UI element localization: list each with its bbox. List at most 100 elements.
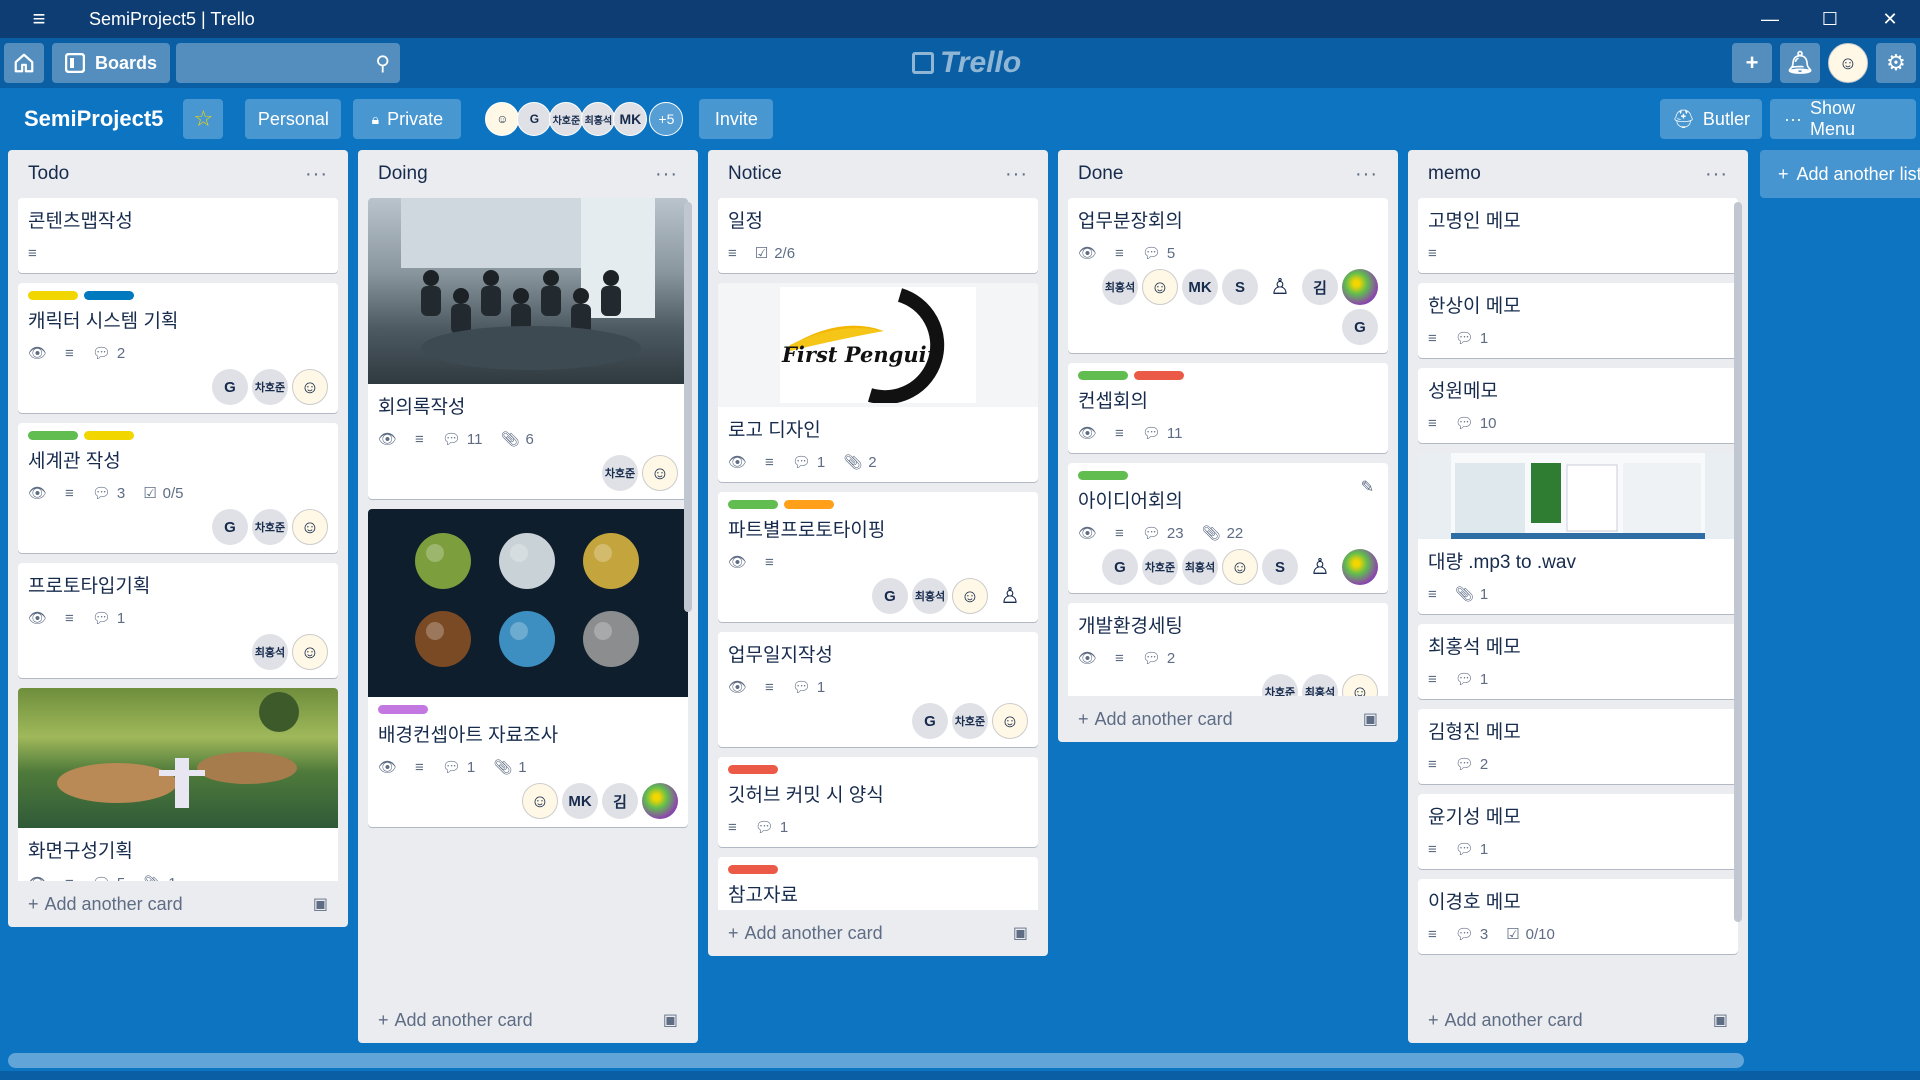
card[interactable]: 아이디어회의 ✎ 👁︎ ≡ 💬︎ 23 📎︎ 22 G 차호준 최홍석 ☺ S ♙: [1068, 463, 1388, 593]
invite-button[interactable]: Invite: [699, 99, 774, 139]
member-avatar[interactable]: 김: [602, 783, 638, 819]
card-label[interactable]: [1078, 471, 1128, 480]
card-label[interactable]: [728, 765, 778, 774]
card[interactable]: 한상이 메모 ≡ 💬︎ 1: [1418, 283, 1738, 358]
member-avatar[interactable]: ☺: [952, 578, 988, 614]
member-avatar[interactable]: 차호준: [1142, 549, 1178, 585]
card[interactable]: 최홍석 메모 ≡ 💬︎ 1: [1418, 624, 1738, 699]
add-card-button[interactable]: + Add another card ▣: [358, 997, 698, 1043]
member-avatar[interactable]: S: [1262, 549, 1298, 585]
member-avatar[interactable]: MK: [1182, 269, 1218, 305]
card-label[interactable]: [728, 500, 778, 509]
list-menu-button[interactable]: ···: [1005, 163, 1028, 186]
member-avatar[interactable]: ☺: [292, 369, 328, 405]
add-card-button[interactable]: + Add another card ▣: [708, 910, 1048, 956]
member-avatar[interactable]: ☺: [522, 783, 558, 819]
card-label[interactable]: [784, 500, 834, 509]
board-title[interactable]: SemiProject5: [24, 106, 163, 132]
member-avatar[interactable]: ♙: [992, 578, 1028, 614]
card[interactable]: 성원메모 ≡ 💬︎ 10: [1418, 368, 1738, 443]
card[interactable]: 화면구성기획👁︎≡💬︎5📎︎1☺김: [18, 688, 338, 881]
card-label[interactable]: [728, 865, 778, 874]
member-avatar[interactable]: MK: [562, 783, 598, 819]
member-avatar[interactable]: 김: [1302, 269, 1338, 305]
member-avatar[interactable]: G: [212, 509, 248, 545]
card[interactable]: 회의록작성 👁︎ ≡ 💬︎ 11 📎︎ 6 차호준 ☺: [368, 198, 688, 499]
member-avatar[interactable]: ☺: [1222, 549, 1258, 585]
card-label[interactable]: [84, 291, 134, 300]
member-avatar[interactable]: 차호준: [549, 102, 584, 136]
member-avatar[interactable]: [1342, 549, 1378, 585]
card[interactable]: 콘텐츠맵작성 ≡: [18, 198, 338, 273]
create-button[interactable]: +: [1732, 43, 1772, 83]
member-avatar[interactable]: ☺: [1142, 269, 1178, 305]
card[interactable]: 깃허브 커밋 시 양식 ≡ 💬︎ 1: [718, 757, 1038, 847]
member-avatar[interactable]: 최홍석: [1182, 549, 1218, 585]
card-template-icon[interactable]: ▣: [1013, 923, 1028, 943]
more-members-badge[interactable]: +5: [649, 102, 684, 136]
member-avatar[interactable]: G: [1342, 309, 1378, 345]
card[interactable]: First Penguin 로고 디자인 👁︎ ≡ 💬︎ 1 📎︎ 2: [718, 283, 1038, 482]
member-avatar[interactable]: 최홍석: [1102, 269, 1138, 305]
card[interactable]: 프로토타입기획 👁︎ ≡ 💬︎ 1 최홍석 ☺: [18, 563, 338, 678]
card-template-icon[interactable]: ▣: [1363, 709, 1378, 729]
card[interactable]: 고명인 메모 ≡: [1418, 198, 1738, 273]
card[interactable]: 이경호 메모 ≡ 💬︎ 3 ☑ 0/10: [1418, 879, 1738, 954]
home-button[interactable]: [4, 43, 44, 83]
list-title[interactable]: Notice: [728, 163, 782, 185]
member-avatar[interactable]: 최홍석: [912, 578, 948, 614]
member-avatar[interactable]: S: [1222, 269, 1258, 305]
card[interactable]: 컨셉회의 👁︎ ≡ 💬︎ 11: [1068, 363, 1388, 453]
card[interactable]: 파트별프로토타이핑 👁︎ ≡ G 최홍석 ☺ ♙: [718, 492, 1038, 622]
member-avatar[interactable]: 차호준: [252, 369, 288, 405]
member-avatar[interactable]: 차호준: [952, 703, 988, 739]
card[interactable]: 캐릭터 시스템 기획 👁︎ ≡ 💬︎ 2 G 차호준 ☺: [18, 283, 338, 413]
edit-pencil-icon[interactable]: ✎: [1361, 477, 1374, 497]
member-avatar[interactable]: ☺: [292, 634, 328, 670]
list-title[interactable]: Todo: [28, 163, 69, 185]
member-avatar[interactable]: [642, 783, 678, 819]
member-avatar[interactable]: MK: [613, 102, 648, 136]
horizontal-scrollbar[interactable]: [8, 1053, 1744, 1068]
card[interactable]: 참고자료💬︎4: [718, 857, 1038, 910]
card-label[interactable]: [84, 431, 134, 440]
card[interactable]: 김형진 메모 ≡ 💬︎ 2: [1418, 709, 1738, 784]
member-avatar[interactable]: 최홍석: [1302, 674, 1338, 696]
list-title[interactable]: Doing: [378, 163, 428, 185]
list-scrollbar[interactable]: [684, 202, 692, 612]
close-button[interactable]: ✕: [1860, 0, 1920, 38]
member-avatar[interactable]: ☺: [292, 509, 328, 545]
menu-icon[interactable]: ≡: [20, 0, 58, 38]
card[interactable]: 대량 .mp3 to .wav ≡ 📎︎ 1: [1418, 453, 1738, 614]
member-avatar[interactable]: G: [212, 369, 248, 405]
add-card-button[interactable]: + Add another card ▣: [1058, 696, 1398, 742]
card[interactable]: 윤기성 메모 ≡ 💬︎ 1: [1418, 794, 1738, 869]
add-card-button[interactable]: + Add another card ▣: [1408, 997, 1748, 1043]
list-menu-button[interactable]: ···: [655, 163, 678, 186]
member-avatar[interactable]: ♙: [1302, 549, 1338, 585]
member-avatar[interactable]: 최홍석: [581, 102, 616, 136]
member-avatar[interactable]: ☺: [992, 703, 1028, 739]
member-avatar[interactable]: ♙: [1262, 269, 1298, 305]
card[interactable]: 개발환경세팅 👁︎ ≡ 💬︎ 2 차호준 최홍석 ☺: [1068, 603, 1388, 696]
card-template-icon[interactable]: ▣: [663, 1010, 678, 1030]
settings-button[interactable]: ⚙: [1876, 43, 1916, 83]
show-menu-button[interactable]: ··· Show Menu: [1770, 98, 1916, 139]
maximize-button[interactable]: ☐: [1800, 0, 1860, 38]
list-menu-button[interactable]: ···: [1355, 163, 1378, 186]
member-avatar[interactable]: ☺: [1342, 674, 1378, 696]
member-avatar[interactable]: G: [912, 703, 948, 739]
user-avatar[interactable]: ☺: [1828, 43, 1868, 83]
minimize-button[interactable]: —: [1740, 0, 1800, 38]
card-template-icon[interactable]: ▣: [313, 894, 328, 914]
member-avatar[interactable]: 차호준: [252, 509, 288, 545]
member-avatar[interactable]: ☺: [642, 455, 678, 491]
list-scrollbar[interactable]: [1734, 202, 1742, 922]
notifications-button[interactable]: 🔔︎: [1780, 43, 1820, 83]
butler-button[interactable]: ⛑ Butler: [1660, 99, 1762, 139]
card[interactable]: 배경컨셉아트 자료조사 👁︎ ≡ 💬︎ 1 📎︎ 1 ☺ MK 김: [368, 509, 688, 827]
trello-logo[interactable]: Trello: [912, 46, 1021, 80]
card-template-icon[interactable]: ▣: [1713, 1010, 1728, 1030]
list-menu-button[interactable]: ···: [1705, 163, 1728, 186]
member-avatar[interactable]: ☺: [485, 102, 520, 136]
